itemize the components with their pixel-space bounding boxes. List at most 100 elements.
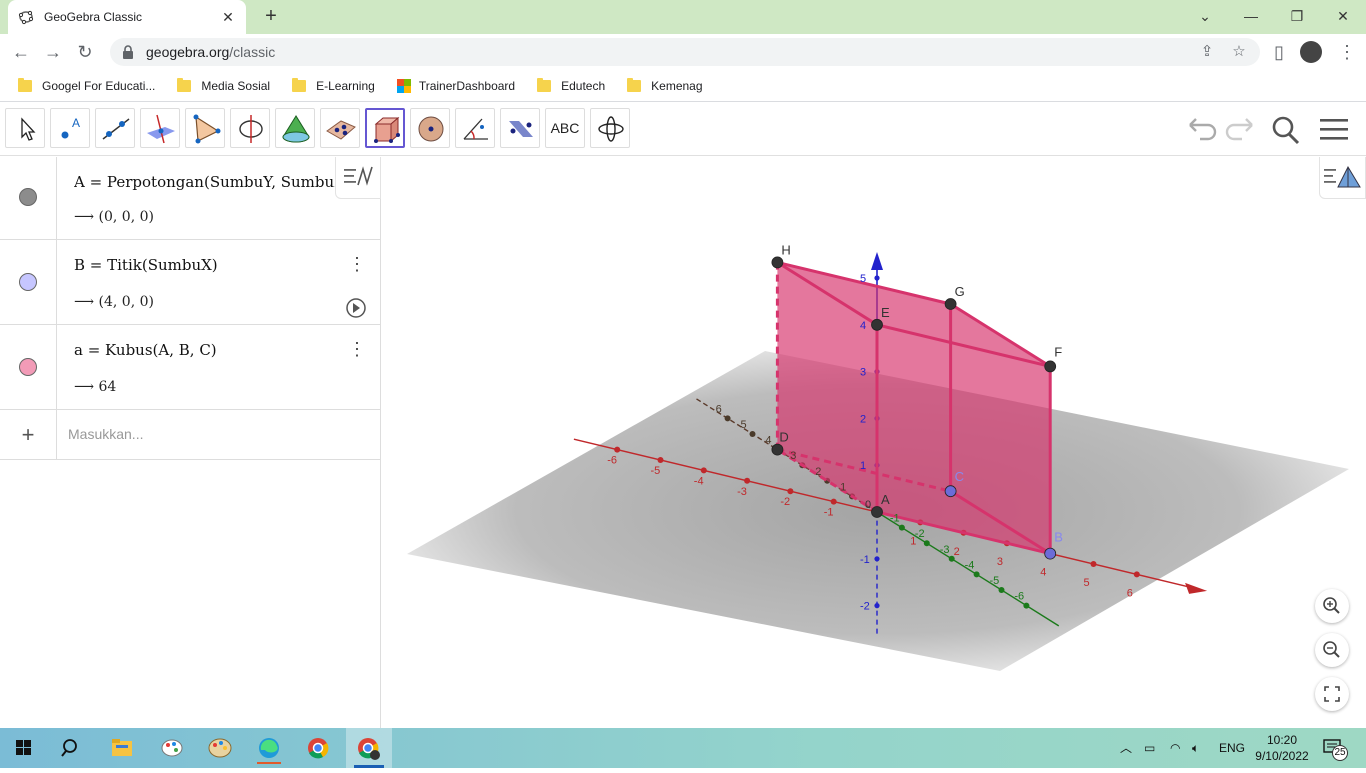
y-tick-mark bbox=[749, 431, 756, 437]
x-tick-mark bbox=[657, 457, 664, 463]
windows-start-icon[interactable] bbox=[4, 732, 44, 764]
z-tick-mark bbox=[874, 556, 880, 562]
perpendicular-tool-button[interactable] bbox=[140, 108, 180, 148]
algebra-value: ⟶ 64 bbox=[74, 379, 117, 395]
text-tool-label: ABC bbox=[550, 120, 580, 136]
point-f bbox=[1044, 360, 1057, 373]
y-tick-mark bbox=[724, 415, 731, 422]
zoom-out-button[interactable] bbox=[1315, 633, 1349, 667]
style-bar-icon bbox=[344, 166, 373, 186]
item-options-icon[interactable]: ⋮ bbox=[348, 254, 366, 274]
undo-icon[interactable] bbox=[1186, 115, 1218, 145]
tab-search-chevron-icon[interactable]: ⌄ bbox=[1190, 4, 1220, 28]
y-tick-label: -5 bbox=[990, 575, 1000, 587]
x-tick-mark bbox=[1133, 571, 1140, 578]
graphics-style-bar-toggle[interactable] bbox=[1319, 157, 1366, 199]
bookmark-star-icon[interactable]: ☆ bbox=[1230, 43, 1248, 61]
play-animation-icon[interactable] bbox=[345, 297, 367, 319]
algebra-input[interactable]: Masukkan... bbox=[68, 426, 143, 442]
plane-tool-button[interactable] bbox=[320, 108, 360, 148]
z-tick-label: 5 bbox=[860, 273, 866, 285]
taskbar-search-icon[interactable] bbox=[52, 732, 92, 764]
show-hidden-icons[interactable]: ︿ bbox=[1120, 728, 1132, 768]
clock[interactable]: 10:20 9/10/2022 bbox=[1254, 732, 1310, 764]
algebra-item[interactable]: A = Perpotongan(SumbuY, SumbuZ ⟶ (0, 0, … bbox=[0, 157, 381, 240]
paint-app-icon[interactable] bbox=[152, 732, 192, 764]
back-button[interactable]: ← bbox=[10, 41, 32, 63]
point-label-f: F bbox=[1054, 344, 1062, 359]
reflect-tool-button[interactable] bbox=[500, 108, 540, 148]
rotate-view-tool-button[interactable] bbox=[590, 108, 630, 148]
y-tick-mark bbox=[998, 587, 1005, 593]
address-bar[interactable]: geogebra.org/classic ⇪ ☆ bbox=[110, 38, 1260, 66]
browser-tab[interactable]: GeoGebra Classic ✕ bbox=[8, 0, 246, 34]
algebra-value: ⟶ (4, 0, 0) bbox=[74, 294, 154, 310]
x-tick-label: 4 bbox=[1040, 567, 1046, 579]
algebra-item[interactable]: B = Titik(SumbuX) ⋮ ⟶ (4, 0, 0) bbox=[0, 240, 381, 325]
forward-button[interactable]: → bbox=[42, 41, 64, 63]
folder-icon bbox=[177, 77, 192, 92]
algebra-item[interactable]: a = Kubus(A, B, C) ⋮ ⟶ 64 bbox=[0, 325, 381, 410]
item-options-icon[interactable]: ⋮ bbox=[348, 339, 366, 359]
language-indicator[interactable]: ENG bbox=[1219, 728, 1245, 768]
reload-button[interactable]: ↻ bbox=[74, 41, 96, 63]
point-a-visibility-toggle[interactable] bbox=[19, 188, 37, 206]
bookmark-item[interactable]: TrainerDashboard bbox=[396, 78, 515, 93]
active-chrome-window[interactable] bbox=[346, 728, 392, 768]
point-label-e: E bbox=[881, 305, 890, 320]
chrome-icon[interactable] bbox=[298, 732, 338, 764]
redo-icon[interactable] bbox=[1224, 115, 1256, 145]
cube-tool-button[interactable] bbox=[365, 108, 405, 148]
cone-tool-button[interactable] bbox=[275, 108, 315, 148]
bookmark-item[interactable]: Googel For Educati... bbox=[18, 77, 155, 93]
visibility-marker bbox=[0, 325, 57, 409]
graphics-3d-canvas[interactable]: -6 -5 -4 -3 -2 -1 1 2 3 4 5 6 -6 -5 -4 -3 -2 -1 1 2 3 4 5 6 -2 -1… bbox=[387, 157, 1366, 728]
search-icon[interactable] bbox=[1270, 115, 1302, 145]
y-tick-label: 2 bbox=[815, 466, 821, 478]
text-tool-button[interactable]: ABC bbox=[545, 108, 585, 148]
main-menu-icon[interactable] bbox=[1318, 115, 1350, 145]
notification-center-icon[interactable]: 25 bbox=[1322, 736, 1348, 761]
lock-icon bbox=[123, 45, 133, 59]
chrome-menu-icon[interactable]: ⋮ bbox=[1336, 41, 1358, 63]
bookmark-item[interactable]: Edutech bbox=[537, 77, 605, 93]
palette-app-icon[interactable] bbox=[200, 732, 240, 764]
sphere-tool-button[interactable] bbox=[410, 108, 450, 148]
wifi-icon[interactable]: ◠ bbox=[1170, 728, 1180, 768]
side-panel-icon[interactable]: ▯ bbox=[1268, 41, 1290, 63]
algebra-input-row[interactable]: + Masukkan... bbox=[0, 410, 381, 460]
algebra-definition[interactable]: A = Perpotongan(SumbuY, SumbuZ bbox=[74, 173, 336, 191]
fullscreen-button[interactable] bbox=[1315, 677, 1349, 711]
volume-icon[interactable]: 🔈︎ bbox=[1192, 728, 1199, 768]
new-tab-button[interactable]: + bbox=[260, 6, 282, 28]
point-tool-button[interactable]: A bbox=[50, 108, 90, 148]
circle-axis-tool-button[interactable] bbox=[230, 108, 270, 148]
share-icon[interactable]: ⇪ bbox=[1198, 43, 1216, 61]
line-tool-button[interactable] bbox=[95, 108, 135, 148]
file-explorer-icon[interactable] bbox=[102, 732, 142, 764]
restore-button[interactable]: ❐ bbox=[1282, 4, 1312, 28]
graphics-3d-view[interactable]: -6 -5 -4 -3 -2 -1 1 2 3 4 5 6 -6 -5 -4 -3 -2 -1 1 2 3 4 5 6 -2 -1… bbox=[387, 157, 1366, 728]
bookmark-item[interactable]: Kemenag bbox=[627, 77, 703, 93]
profile-avatar[interactable] bbox=[1300, 41, 1322, 63]
algebra-definition[interactable]: a = Kubus(A, B, C) bbox=[74, 341, 217, 359]
point-b-visibility-toggle[interactable] bbox=[19, 273, 37, 291]
cube-visibility-toggle[interactable] bbox=[19, 358, 37, 376]
edge-browser-icon[interactable] bbox=[249, 732, 289, 764]
zoom-in-button[interactable] bbox=[1315, 589, 1349, 623]
microsoft-icon bbox=[396, 78, 411, 93]
add-item-icon[interactable]: + bbox=[18, 422, 38, 448]
point-e bbox=[871, 318, 883, 331]
close-window-button[interactable]: ✕ bbox=[1328, 4, 1358, 28]
bookmark-item[interactable]: E-Learning bbox=[292, 77, 375, 93]
close-tab-icon[interactable]: ✕ bbox=[220, 9, 236, 26]
angle-tool-button[interactable] bbox=[455, 108, 495, 148]
move-tool-button[interactable] bbox=[5, 108, 45, 148]
algebra-style-bar-toggle[interactable] bbox=[335, 157, 381, 199]
polygon-tool-button[interactable] bbox=[185, 108, 225, 148]
battery-icon[interactable]: ▭ bbox=[1144, 728, 1155, 768]
bookmark-item[interactable]: Media Sosial bbox=[177, 77, 270, 93]
algebra-definition[interactable]: B = Titik(SumbuX) bbox=[74, 256, 218, 274]
origin-label: 0 bbox=[865, 499, 871, 511]
minimize-button[interactable]: — bbox=[1236, 4, 1266, 28]
